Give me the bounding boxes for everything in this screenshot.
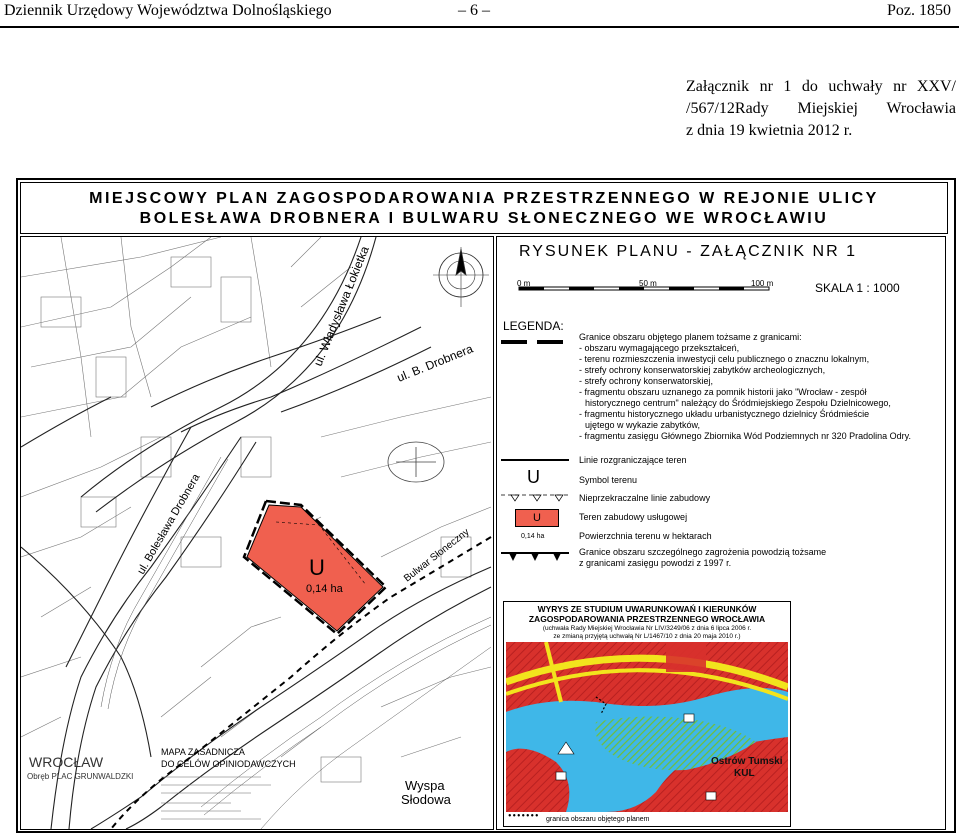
drawing-title: RYSUNEK PLANU - ZAŁĄCZNIK NR 1 xyxy=(519,243,857,260)
base-map-notes xyxy=(161,776,271,820)
plan-title-line-2: BOLESŁAWA DROBNERA I BULWARU SŁONECZNEGO… xyxy=(139,210,829,227)
study-footer-dots: ••••••• xyxy=(508,811,540,822)
scale-tick-0: 0 m xyxy=(517,279,531,288)
legend-terrain-symbol: Symbol terenu xyxy=(579,475,638,485)
annex-note: Załącznik nr 1 do uchwały nr XXV/ /567/1… xyxy=(686,76,956,142)
legend-building-lines: Nieprzekraczalne linie zabudowy xyxy=(579,493,711,503)
boat-icon xyxy=(683,713,695,723)
study-note-1: (uchwała Rady Miejskiej Wrocławia Nr LIV… xyxy=(542,625,752,632)
district-label: Obręb PLAC GRUNWALDZKI xyxy=(27,772,133,781)
legend-symbol-sample: U xyxy=(527,467,540,487)
base-map-title-1: MAPA ZASADNICZA xyxy=(161,747,245,757)
legend-building-line-sample xyxy=(501,494,569,502)
legend-heading: LEGENDA: xyxy=(503,319,564,333)
journal-title: Dziennik Urzędowy Województwa Dolnośląsk… xyxy=(4,2,332,19)
scale-label: SKALA 1 : 1000 xyxy=(815,281,900,295)
base-map-title-2: DO CELÓW OPINIODAWCZYCH xyxy=(161,759,296,769)
study-place-2: KUL xyxy=(734,768,755,779)
scale-tick-50: 50 m xyxy=(639,279,657,288)
north-arrow xyxy=(433,247,489,307)
legend-boundary-sample xyxy=(501,340,565,344)
boat-icon xyxy=(555,771,567,781)
legend-flood-sample xyxy=(501,552,569,561)
legend-flood-2: z granicami zasięgu powodzi z 1997 r. xyxy=(579,558,732,568)
study-footer-label: granica obszaru objętego planem xyxy=(546,816,650,823)
street-drobnera-top: ul. B. Drobnera xyxy=(395,341,475,384)
plan-map: U 0,14 ha ul. Władysława Łokietka ul. B.… xyxy=(20,236,494,830)
legend-boundary-text: Granice obszaru objętego planem tożsame … xyxy=(579,332,911,441)
study-title-1: WYRYS ZE STUDIUM UWARUNKOWAŃ I KIERUNKÓW xyxy=(537,604,757,614)
legend-panel: RYSUNEK PLANU - ZAŁĄCZNIK NR 1 0 m 50 m … xyxy=(496,236,946,830)
boat-icon xyxy=(705,791,717,801)
legend-area-hectares: Powierzchnia terenu w hektarach xyxy=(579,531,712,541)
scale-tick-100: 100 m xyxy=(751,279,774,288)
plan-title-box: MIEJSCOWY PLAN ZAGOSPODAROWANIA PRZESTRZ… xyxy=(20,182,948,234)
street-lines xyxy=(21,237,492,829)
study-excerpt: WYRYS ZE STUDIUM UWARUNKOWAŃ I KIERUNKÓW… xyxy=(503,601,791,827)
zone-area: 0,14 ha xyxy=(306,583,344,595)
study-title-2: ZAGOSPODAROWANIA PRZESTRZENNEGO WROCŁAWI… xyxy=(528,614,766,624)
study-note-2: ze zmianą przyjętą uchwałą Nr L/1467/10 … xyxy=(553,633,741,640)
legend-service-swatch: U xyxy=(515,509,559,527)
legend-dividing-lines: Linie rozgraniczające teren xyxy=(579,455,687,465)
annex-line-1: Załącznik nr 1 do uchwały nr XXV/ xyxy=(686,78,956,95)
study-map: Ostrów Tumski KUL xyxy=(506,642,788,812)
legend-service-area: Teren zabudowy usługowej xyxy=(579,512,688,522)
legend-dividing-line-sample xyxy=(501,459,569,461)
legend-area-sample: 0,14 ha xyxy=(521,533,545,540)
plan-title-line-1: MIEJSCOWY PLAN ZAGOSPODAROWANIA PRZESTRZ… xyxy=(89,190,879,207)
page-header: Dziennik Urzędowy Województwa Dolnośląsk… xyxy=(0,0,959,28)
island-label-2: Słodowa xyxy=(401,792,452,807)
annex-line-2: /567/12Rady Miejskiej Wrocławia xyxy=(686,100,956,117)
plan-sheet: MIEJSCOWY PLAN ZAGOSPODAROWANIA PRZESTRZ… xyxy=(16,178,956,833)
position-number: Poz. 1850 xyxy=(887,2,951,19)
street-drobnera-left: ul. Bolesława Drobnera xyxy=(135,471,203,576)
page-number: – 6 – xyxy=(458,2,490,19)
map-drawing: U 0,14 ha ul. Władysława Łokietka ul. B.… xyxy=(21,237,492,830)
study-place-1: Ostrów Tumski xyxy=(711,756,783,767)
city-label: WROCŁAW xyxy=(29,754,104,770)
study-footer: ••••••• granica obszaru objętego planem xyxy=(506,811,786,824)
street-lokietka: ul. Władysława Łokietka xyxy=(311,244,372,368)
annex-line-3: z dnia 19 kwietnia 2012 r. xyxy=(686,122,853,139)
island-label-1: Wyspa xyxy=(405,778,445,793)
legend-flood-1: Granice obszaru szczególnego zagrożenia … xyxy=(579,547,827,557)
zone-symbol: U xyxy=(309,555,325,580)
